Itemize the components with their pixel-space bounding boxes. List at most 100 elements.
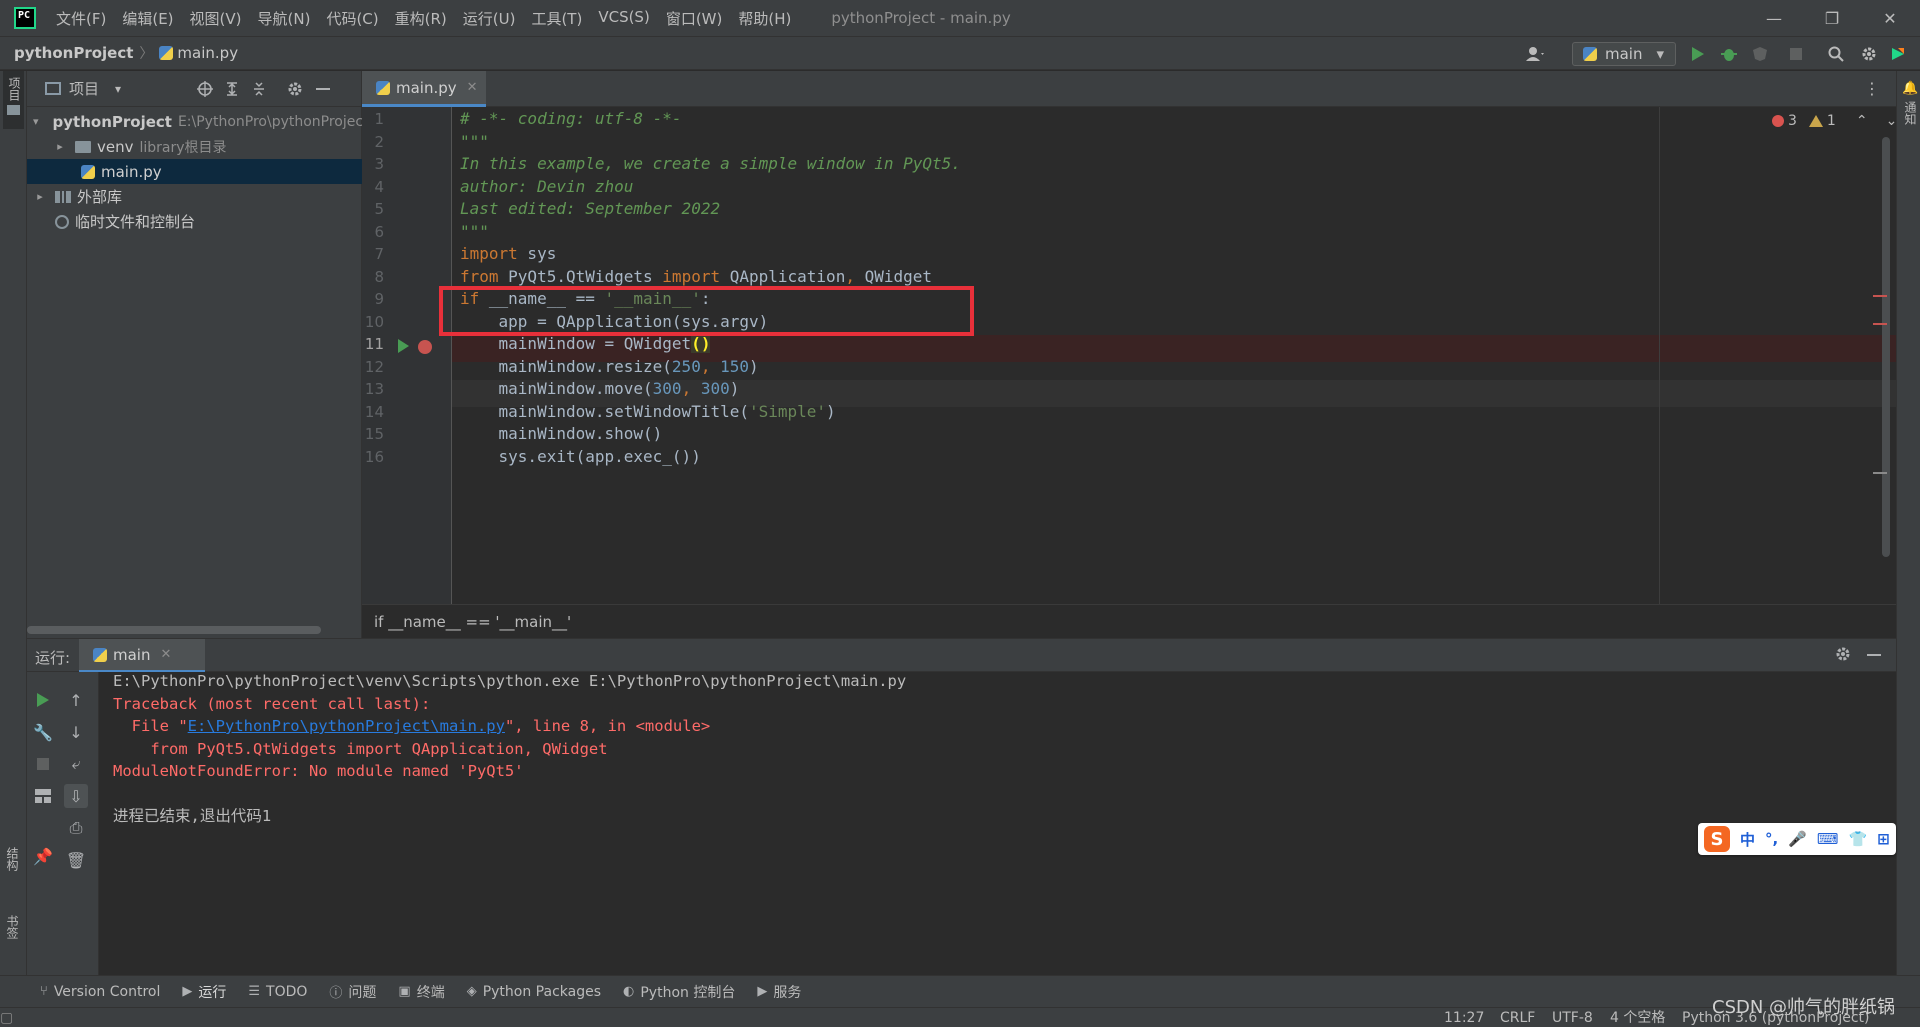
close-icon[interactable]: ✕ (467, 80, 478, 95)
line-number[interactable]: 5 (362, 200, 384, 218)
breakpoint-icon[interactable] (418, 340, 432, 354)
menu-item-10[interactable]: 帮助(H) (738, 8, 791, 29)
settings-gear-icon[interactable] (285, 79, 305, 99)
horizontal-scrollbar[interactable] (27, 626, 321, 634)
breadcrumb-project[interactable]: pythonProject (14, 44, 133, 62)
menu-item-9[interactable]: 窗口(W) (666, 8, 723, 29)
line-number[interactable]: 4 (362, 178, 384, 196)
line-number[interactable]: 8 (362, 268, 384, 286)
tree-item-external-libraries[interactable]: ▸ 外部库 (27, 184, 362, 209)
warning-stripe-marker[interactable] (1873, 472, 1887, 474)
run-tab-main[interactable]: main ✕ (79, 639, 205, 673)
coverage-icon[interactable] (1750, 44, 1770, 64)
trash-icon[interactable]: 🗑 (64, 848, 88, 872)
file-encoding[interactable]: UTF-8 (1552, 1008, 1593, 1027)
project-panel-title[interactable]: 项目 (69, 78, 99, 99)
chevron-right-icon[interactable]: ▸ (53, 140, 67, 153)
expand-all-icon[interactable] (222, 79, 242, 99)
tool-window-button-6[interactable]: ◐ Python 控制台 (623, 982, 735, 1002)
line-number[interactable]: 2 (362, 133, 384, 151)
line-number[interactable]: 13 (362, 380, 384, 398)
debug-icon[interactable] (1719, 44, 1739, 64)
menu-item-8[interactable]: VCS(S) (598, 8, 649, 29)
skin-icon[interactable]: 👕 (1849, 830, 1868, 848)
settings-gear-icon[interactable] (1835, 646, 1851, 666)
notifications-side-label[interactable]: 通知 (1902, 101, 1919, 125)
run-icon[interactable] (1688, 44, 1708, 64)
ime-punctuation[interactable]: °, (1765, 830, 1778, 848)
line-number[interactable]: 16 (362, 448, 384, 466)
ime-chinese-mode[interactable]: 中 (1740, 829, 1755, 850)
run-gutter-icon[interactable] (398, 339, 409, 353)
code-editor[interactable]: 1 2 3 4 5 6 7 8 9 10 11 12 13 14 15 16 # -*- coding: ut… (362, 107, 1897, 604)
line-number[interactable]: 14 (362, 403, 384, 421)
structure-side-label[interactable]: 结构 (4, 847, 21, 871)
tool-window-button-4[interactable]: ▣ 终端 (398, 982, 444, 1002)
chevron-down-icon[interactable]: ▾ (115, 82, 121, 96)
settings-gear-icon[interactable] (1859, 44, 1879, 64)
code-breadcrumb[interactable]: if __name__ == '__main__' (362, 604, 1896, 638)
close-window-button[interactable]: ✕ (1862, 0, 1918, 36)
error-stripe-marker[interactable] (1873, 295, 1887, 297)
tool-window-button-0[interactable]: ⑂ Version Control (40, 984, 160, 1000)
hide-panel-icon[interactable] (313, 79, 333, 99)
scroll-to-end-icon[interactable]: ⇩ (64, 784, 88, 808)
minimize-button[interactable]: — (1746, 0, 1802, 36)
vertical-scrollbar[interactable] (1882, 137, 1890, 557)
restore-button[interactable]: ❐ (1804, 0, 1860, 36)
chevron-right-icon[interactable]: ▸ (33, 190, 47, 203)
hide-panel-icon[interactable] (1867, 654, 1881, 656)
chevron-up-icon[interactable]: ⌃ (1856, 113, 1868, 129)
sogou-logo-icon[interactable]: S (1704, 826, 1730, 852)
arrow-down-icon[interactable]: ↓ (64, 720, 88, 744)
bookmarks-side-label[interactable]: 书签 (4, 915, 21, 939)
menu-item-4[interactable]: 代码(C) (326, 8, 378, 29)
run-configuration-selector[interactable]: main ▾ (1572, 42, 1676, 66)
collapse-all-icon[interactable] (249, 79, 269, 99)
soft-wrap-icon[interactable]: ⤶ (64, 752, 88, 776)
stop-icon[interactable] (1786, 44, 1806, 64)
code-line[interactable]: Last edited: September 2022 (460, 195, 720, 222)
error-stripe-marker[interactable] (1873, 323, 1887, 325)
more-options-icon[interactable]: ⋮ (1864, 79, 1880, 98)
tree-item-scratches[interactable]: 临时文件和控制台 (27, 209, 362, 234)
project-tool-window-button[interactable]: 项目 (3, 71, 24, 129)
layout-toggle-icon[interactable]: ▢ (0, 1008, 20, 1027)
tree-item-project-root[interactable]: ▾ pythonProject E:\PythonPro\pythonProje… (27, 109, 362, 134)
line-number[interactable]: 6 (362, 223, 384, 241)
jetbrains-icon[interactable] (1888, 44, 1908, 64)
line-number[interactable]: 7 (362, 245, 384, 263)
tree-item-venv[interactable]: ▸ venv library根目录 (27, 134, 362, 159)
tool-window-button-5[interactable]: ◈ Python Packages (467, 984, 601, 1000)
tool-window-button-2[interactable]: ☰ TODO (248, 984, 307, 1000)
line-number[interactable]: 9 (362, 290, 384, 308)
menu-item-5[interactable]: 重构(R) (395, 8, 447, 29)
tool-window-button-3[interactable]: ⓘ 问题 (329, 982, 376, 1002)
menu-item-6[interactable]: 运行(U) (463, 8, 516, 29)
keyboard-icon[interactable]: ⌨ (1817, 830, 1839, 848)
locate-file-icon[interactable] (195, 79, 215, 99)
menu-item-0[interactable]: 文件(F) (56, 8, 106, 29)
menu-item-2[interactable]: 视图(V) (190, 8, 242, 29)
menu-item-3[interactable]: 导航(N) (258, 8, 311, 29)
layout-icon[interactable] (31, 784, 55, 808)
menu-item-7[interactable]: 工具(T) (531, 8, 582, 29)
caret-position[interactable]: 11:27 (1444, 1008, 1484, 1027)
line-number[interactable]: 1 (362, 110, 384, 128)
line-number[interactable]: 10 (362, 313, 384, 331)
tab-main-py[interactable]: main.py ✕ (362, 71, 486, 107)
chevron-down-icon[interactable]: ▾ (33, 115, 39, 128)
tree-item-main-py[interactable]: main.py (27, 159, 362, 184)
inspection-widget[interactable]: 3 1 ⌃ ⌄ (1772, 113, 1897, 129)
arrow-up-icon[interactable]: ↑ (64, 688, 88, 712)
microphone-icon[interactable]: 🎤 (1788, 830, 1807, 848)
chevron-down-icon[interactable]: ⌄ (1886, 113, 1898, 129)
wrench-icon[interactable]: 🔧 (31, 720, 55, 744)
rerun-icon[interactable] (31, 688, 55, 712)
menu-item-1[interactable]: 编辑(E) (122, 8, 173, 29)
pin-icon[interactable]: 📌 (31, 844, 55, 868)
indent-setting[interactable]: 4 个空格 (1610, 1008, 1665, 1027)
tool-window-button-7[interactable]: ▶ 服务 (757, 982, 801, 1002)
close-icon[interactable]: ✕ (160, 647, 171, 662)
code-line[interactable]: sys.exit(app.exec_()) (460, 443, 701, 470)
